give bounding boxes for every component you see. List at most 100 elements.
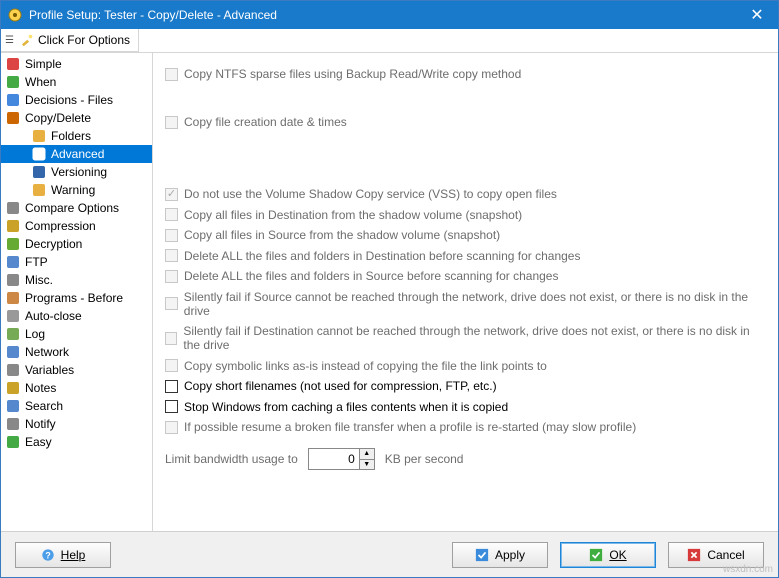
click-for-options[interactable]: ☰ Click For Options — [1, 29, 139, 52]
ok-label: OK — [609, 548, 626, 562]
opt-cache[interactable]: Stop Windows from caching a files conten… — [165, 400, 766, 414]
sidebar-item-when[interactable]: When — [1, 73, 152, 91]
help-button[interactable]: ? Help — [15, 542, 111, 568]
bandwidth-spinner[interactable]: ▲ ▼ — [308, 448, 375, 470]
opt-del-src[interactable]: Delete ALL the files and folders in Sour… — [165, 269, 766, 283]
titlebar: Profile Setup: Tester - Copy/Delete - Ad… — [1, 1, 778, 29]
sidebar-item-search[interactable]: Search — [1, 397, 152, 415]
checkbox-icon — [165, 68, 178, 81]
checkbox-icon — [165, 380, 178, 393]
opt-shortnames[interactable]: Copy short filenames (not used for compr… — [165, 379, 766, 393]
main-area: Simple When Decisions - Files Copy/Delete Fo… — [1, 53, 778, 531]
opt-fail-src[interactable]: Silently fail if Source cannot be reache… — [165, 290, 766, 318]
spinner-up-icon[interactable]: ▲ — [360, 449, 374, 460]
sidebar-item-compression[interactable]: Compression — [1, 217, 152, 235]
sidebar-item-label: Folders — [51, 129, 91, 143]
wand-icon — [20, 33, 34, 47]
spinner-down-icon[interactable]: ▼ — [360, 460, 374, 470]
sidebar-item-label: Log — [25, 327, 45, 341]
tree-icon — [31, 164, 47, 180]
opt-shadow-src[interactable]: Copy all files in Source from the shadow… — [165, 228, 766, 242]
checkbox-icon — [165, 332, 177, 345]
checkbox-label: Copy file creation date & times — [184, 115, 347, 129]
sidebar-item-easy[interactable]: Easy — [1, 433, 152, 451]
sidebar-item-network[interactable]: Network — [1, 343, 152, 361]
app-icon — [7, 7, 23, 23]
tree-icon — [5, 362, 21, 378]
sidebar-item-label: Auto-close — [25, 309, 82, 323]
opt-symlinks[interactable]: Copy symbolic links as-is instead of cop… — [165, 359, 766, 373]
ok-icon — [589, 548, 603, 562]
opt-sparse[interactable]: Copy NTFS sparse files using Backup Read… — [165, 67, 766, 81]
sidebar-item-label: Programs - Before — [25, 291, 123, 305]
sidebar-item-label: Search — [25, 399, 63, 413]
cancel-label: Cancel — [707, 548, 744, 562]
sidebar-item-notes[interactable]: Notes — [1, 379, 152, 397]
sidebar-item-label: When — [25, 75, 56, 89]
tree-icon — [5, 56, 21, 72]
tree-icon — [5, 308, 21, 324]
cancel-button[interactable]: Cancel — [668, 542, 764, 568]
checkbox-icon — [165, 359, 178, 372]
tree-icon — [5, 74, 21, 90]
close-button[interactable]: ✕ — [736, 1, 778, 29]
opt-resume[interactable]: If possible resume a broken file transfe… — [165, 420, 766, 434]
sidebar-item-label: Variables — [25, 363, 74, 377]
checkbox-label: Delete ALL the files and folders in Dest… — [184, 249, 580, 263]
sidebar-item-log[interactable]: Log — [1, 325, 152, 343]
sidebar-item-label: Notes — [25, 381, 56, 395]
sidebar-item-misc-[interactable]: Misc. — [1, 271, 152, 289]
click-for-options-label: Click For Options — [38, 33, 130, 47]
tree-icon — [31, 146, 47, 162]
apply-button[interactable]: Apply — [452, 542, 548, 568]
sidebar-item-simple[interactable]: Simple — [1, 55, 152, 73]
close-icon: ✕ — [750, 5, 763, 25]
tree-icon — [5, 290, 21, 306]
tree-icon — [5, 200, 21, 216]
sidebar-item-versioning[interactable]: Versioning — [1, 163, 152, 181]
opt-del-dest[interactable]: Delete ALL the files and folders in Dest… — [165, 249, 766, 263]
sidebar-item-compare-options[interactable]: Compare Options — [1, 199, 152, 217]
sidebar-item-decisions-files[interactable]: Decisions - Files — [1, 91, 152, 109]
checkbox-icon — [165, 270, 178, 283]
content: Copy NTFS sparse files using Backup Read… — [153, 53, 778, 531]
tree-icon — [5, 434, 21, 450]
sidebar-item-label: Decisions - Files — [25, 93, 113, 107]
opt-creation[interactable]: Copy file creation date & times — [165, 115, 766, 129]
sidebar-item-label: Network — [25, 345, 69, 359]
sidebar-item-folders[interactable]: Folders — [1, 127, 152, 145]
sidebar-item-auto-close[interactable]: Auto-close — [1, 307, 152, 325]
sidebar-item-notify[interactable]: Notify — [1, 415, 152, 433]
tree-icon — [5, 254, 21, 270]
sidebar-item-label: Versioning — [51, 165, 107, 179]
tree-icon — [31, 182, 47, 198]
cancel-icon — [687, 548, 701, 562]
tree-icon — [5, 398, 21, 414]
bandwidth-value[interactable] — [309, 449, 359, 469]
ok-button[interactable]: OK — [560, 542, 656, 568]
opt-fail-dest[interactable]: Silently fail if Destination cannot be r… — [165, 324, 766, 352]
checkbox-label: Copy NTFS sparse files using Backup Read… — [184, 67, 521, 81]
tree-icon — [31, 128, 47, 144]
tree-icon — [5, 380, 21, 396]
sidebar-item-copy-delete[interactable]: Copy/Delete — [1, 109, 152, 127]
checkbox-icon — [165, 229, 178, 242]
sidebar-item-warning[interactable]: Warning — [1, 181, 152, 199]
sidebar-item-decryption[interactable]: Decryption — [1, 235, 152, 253]
tree-icon — [5, 92, 21, 108]
sidebar-item-variables[interactable]: Variables — [1, 361, 152, 379]
sidebar-item-ftp[interactable]: FTP — [1, 253, 152, 271]
sidebar-item-programs-before[interactable]: Programs - Before — [1, 289, 152, 307]
footer: ? Help Apply OK Cancel — [1, 531, 778, 577]
opt-vss[interactable]: Do not use the Volume Shadow Copy servic… — [165, 187, 766, 201]
sidebar-item-label: Compare Options — [25, 201, 119, 215]
spinner-buttons[interactable]: ▲ ▼ — [359, 449, 374, 469]
checkbox-label: Copy all files in Destination from the s… — [184, 208, 522, 222]
tree-icon — [5, 416, 21, 432]
tree-icon — [5, 272, 21, 288]
opt-shadow-dest[interactable]: Copy all files in Destination from the s… — [165, 208, 766, 222]
sidebar-item-label: Warning — [51, 183, 95, 197]
checkbox-label: Copy all files in Source from the shadow… — [184, 228, 500, 242]
sidebar-item-advanced[interactable]: Advanced — [1, 145, 152, 163]
sidebar-item-label: Compression — [25, 219, 96, 233]
